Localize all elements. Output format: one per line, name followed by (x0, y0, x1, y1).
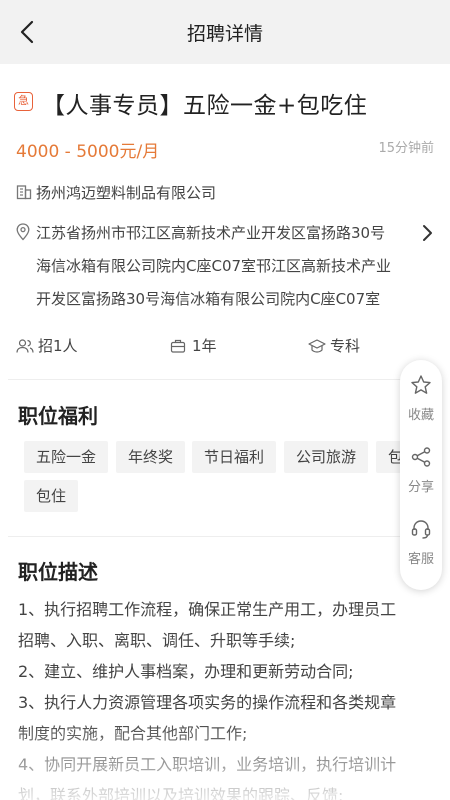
location-pin-icon (16, 223, 30, 241)
benefit-tag: 包住 (24, 480, 79, 512)
benefit-tag: 年终奖 (116, 441, 186, 473)
star-icon (411, 375, 431, 394)
benefit-tag: 五险一金 (24, 441, 109, 473)
description-line: 4、协同开展新员工入职培训，业务培训，执行培训计 (18, 755, 397, 774)
customer-service-label: 客服 (407, 552, 434, 567)
headset-icon (411, 520, 431, 539)
page-title: 招聘详情 (186, 23, 263, 45)
description-line: 制度的实施，配合其他部门工作; (18, 724, 248, 743)
divider (8, 536, 442, 537)
benefit-tag: 公司旅游 (284, 441, 369, 473)
floating-action-panel: 收藏 分享 客服 (400, 360, 442, 590)
company-name: 扬州鸿迈塑料制品有限公司 (36, 184, 217, 202)
description-line: 划，联系外部培训以及培训效果的跟踪、反馈; (18, 786, 344, 800)
description-line: 2、建立、维护人事档案，办理和更新劳动合同; (18, 662, 354, 681)
job-title: 【人事专员】五险一金+包吃住 (42, 93, 368, 119)
favorite-label: 收藏 (407, 408, 434, 423)
building-icon (16, 185, 32, 200)
people-icon (16, 339, 34, 353)
education-text: 专科 (330, 337, 361, 355)
share-button[interactable]: 分享 (400, 442, 442, 502)
share-label: 分享 (407, 480, 434, 495)
chevron-right-icon (423, 225, 432, 241)
address-text: 江苏省扬州市邗江区高新技术产业开发区富扬路30号 海信冰箱有限公司院内C座C07… (36, 217, 416, 316)
divider (8, 379, 442, 380)
favorite-button[interactable]: 收藏 (400, 370, 442, 430)
description-line: 3、执行人力资源管理各项实务的操作流程和各类规章 (18, 693, 397, 712)
job-header: 急 【人事专员】五险一金+包吃住 (14, 86, 434, 119)
description-line: 1、执行招聘工作流程，确保正常生产用工，办理员工 (18, 600, 397, 619)
description-title: 职位描述 (18, 560, 98, 584)
experience-text: 1年 (192, 337, 217, 355)
address-line: 海信冰箱有限公司院内C座C07室邗江区高新技术产业 (36, 257, 392, 275)
benefit-tag: 节日福利 (192, 441, 277, 473)
graduation-cap-icon (308, 339, 326, 353)
job-description: 1、执行招聘工作流程，确保正常生产用工，办理员工 招聘、入职、离职、调任、升职等… (18, 594, 438, 800)
description-line: 招聘、入职、离职、调任、升职等手续; (18, 631, 296, 650)
urgent-badge: 急 (14, 92, 33, 111)
address-line: 开发区富扬路30号海信冰箱有限公司院内C座C07室 (36, 290, 381, 308)
briefcase-icon (170, 339, 186, 353)
job-meta-row: 招1人 1年 专科 (16, 334, 436, 358)
post-time: 15分钟前 (378, 141, 434, 156)
benefits-title: 职位福利 (18, 404, 98, 428)
customer-service-button[interactable]: 客服 (400, 514, 442, 574)
headcount-text: 招1人 (38, 337, 78, 355)
salary: 4000 - 5000元/月 (16, 142, 160, 162)
share-icon (411, 447, 431, 467)
address-line: 江苏省扬州市邗江区高新技术产业开发区富扬路30号 (36, 224, 386, 242)
top-bar: 招聘详情 (0, 0, 450, 64)
